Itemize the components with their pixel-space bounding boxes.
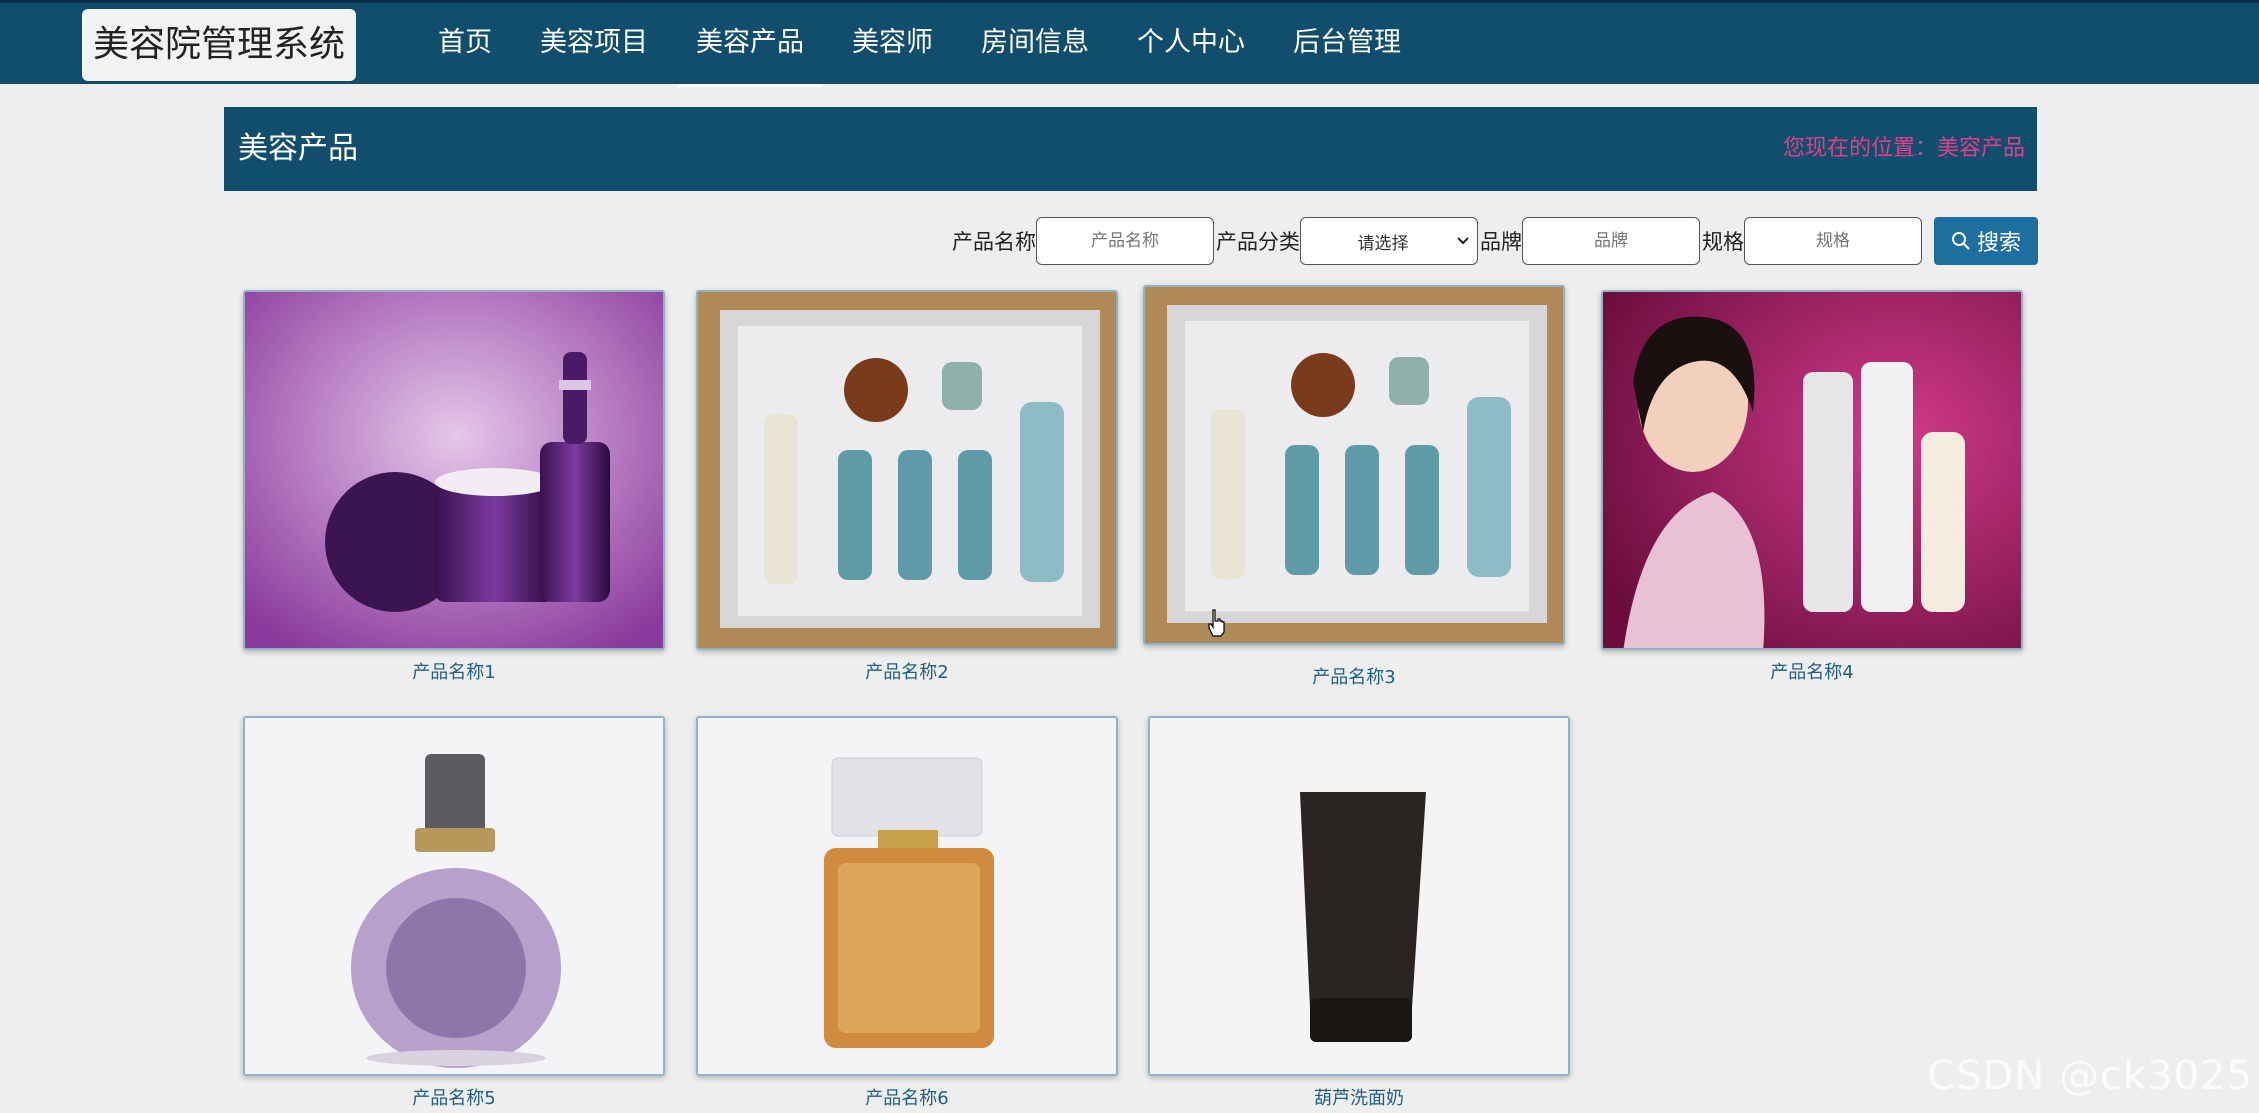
nav-item-admin[interactable]: 后台管理: [1275, 3, 1419, 87]
category-label: 产品分类: [1216, 230, 1300, 254]
search-icon: [1951, 232, 1970, 250]
search-button-label: 搜索: [1976, 230, 2021, 255]
product-name[interactable]: 产品名称1: [243, 658, 665, 684]
product-image[interactable]: [1148, 716, 1570, 1076]
section-header: 美容产品 您现在的位置：美容产品: [224, 107, 2037, 191]
product-image[interactable]: [243, 716, 665, 1076]
product-image[interactable]: [1601, 290, 2023, 650]
nav-item-home[interactable]: 首页: [420, 3, 510, 87]
product-name[interactable]: 产品名称2: [696, 658, 1118, 684]
product-name[interactable]: 葫芦洗面奶: [1148, 1084, 1570, 1110]
breadcrumb-current[interactable]: 美容产品: [1937, 136, 2025, 161]
product-name-label: 产品名称: [952, 230, 1036, 254]
search-button[interactable]: 搜索: [1934, 217, 2038, 265]
brand-label: 品牌: [1480, 230, 1522, 254]
breadcrumb-prefix: 您现在的位置：: [1782, 136, 1937, 161]
category-selected-value: 请选择: [1357, 233, 1409, 254]
product-name[interactable]: 产品名称6: [696, 1084, 1118, 1110]
search-bar: 产品名称 产品分类 请选择 品牌 规格 搜索: [950, 217, 2038, 265]
product-image[interactable]: [243, 290, 665, 650]
section-title: 美容产品: [238, 131, 358, 166]
category-select[interactable]: 请选择: [1300, 217, 1478, 265]
nav-item-beauty-products[interactable]: 美容产品: [678, 3, 822, 87]
breadcrumb: 您现在的位置：美容产品: [1783, 107, 2025, 191]
hand-cursor-icon: [1208, 609, 1225, 637]
chevron-down-icon: [1457, 237, 1469, 245]
main-nav: 首页 美容项目 美容产品 美容师 房间信息 个人中心 后台管理: [420, 3, 1431, 87]
product-name[interactable]: 产品名称5: [243, 1084, 665, 1110]
product-name[interactable]: 产品名称4: [1601, 658, 2023, 684]
product-image[interactable]: [696, 716, 1118, 1076]
nav-item-personal-center[interactable]: 个人中心: [1119, 3, 1263, 87]
nav-item-beauty-projects[interactable]: 美容项目: [522, 3, 666, 87]
spec-input[interactable]: [1744, 217, 1922, 265]
spec-label: 规格: [1702, 230, 1744, 254]
brand-input[interactable]: [1522, 217, 1700, 265]
watermark: CSDN @ck3025: [1927, 1053, 2253, 1099]
top-nav-bar: 美容院管理系统 首页 美容项目 美容产品 美容师 房间信息 个人中心 后台管理: [0, 0, 2259, 87]
app-title[interactable]: 美容院管理系统: [82, 9, 356, 81]
product-image[interactable]: [696, 290, 1118, 650]
product-image[interactable]: [1143, 285, 1565, 645]
nav-item-beauticians[interactable]: 美容师: [834, 3, 951, 87]
product-name-input[interactable]: [1036, 217, 1214, 265]
nav-item-room-info[interactable]: 房间信息: [963, 3, 1107, 87]
product-name[interactable]: 产品名称3: [1143, 663, 1565, 689]
